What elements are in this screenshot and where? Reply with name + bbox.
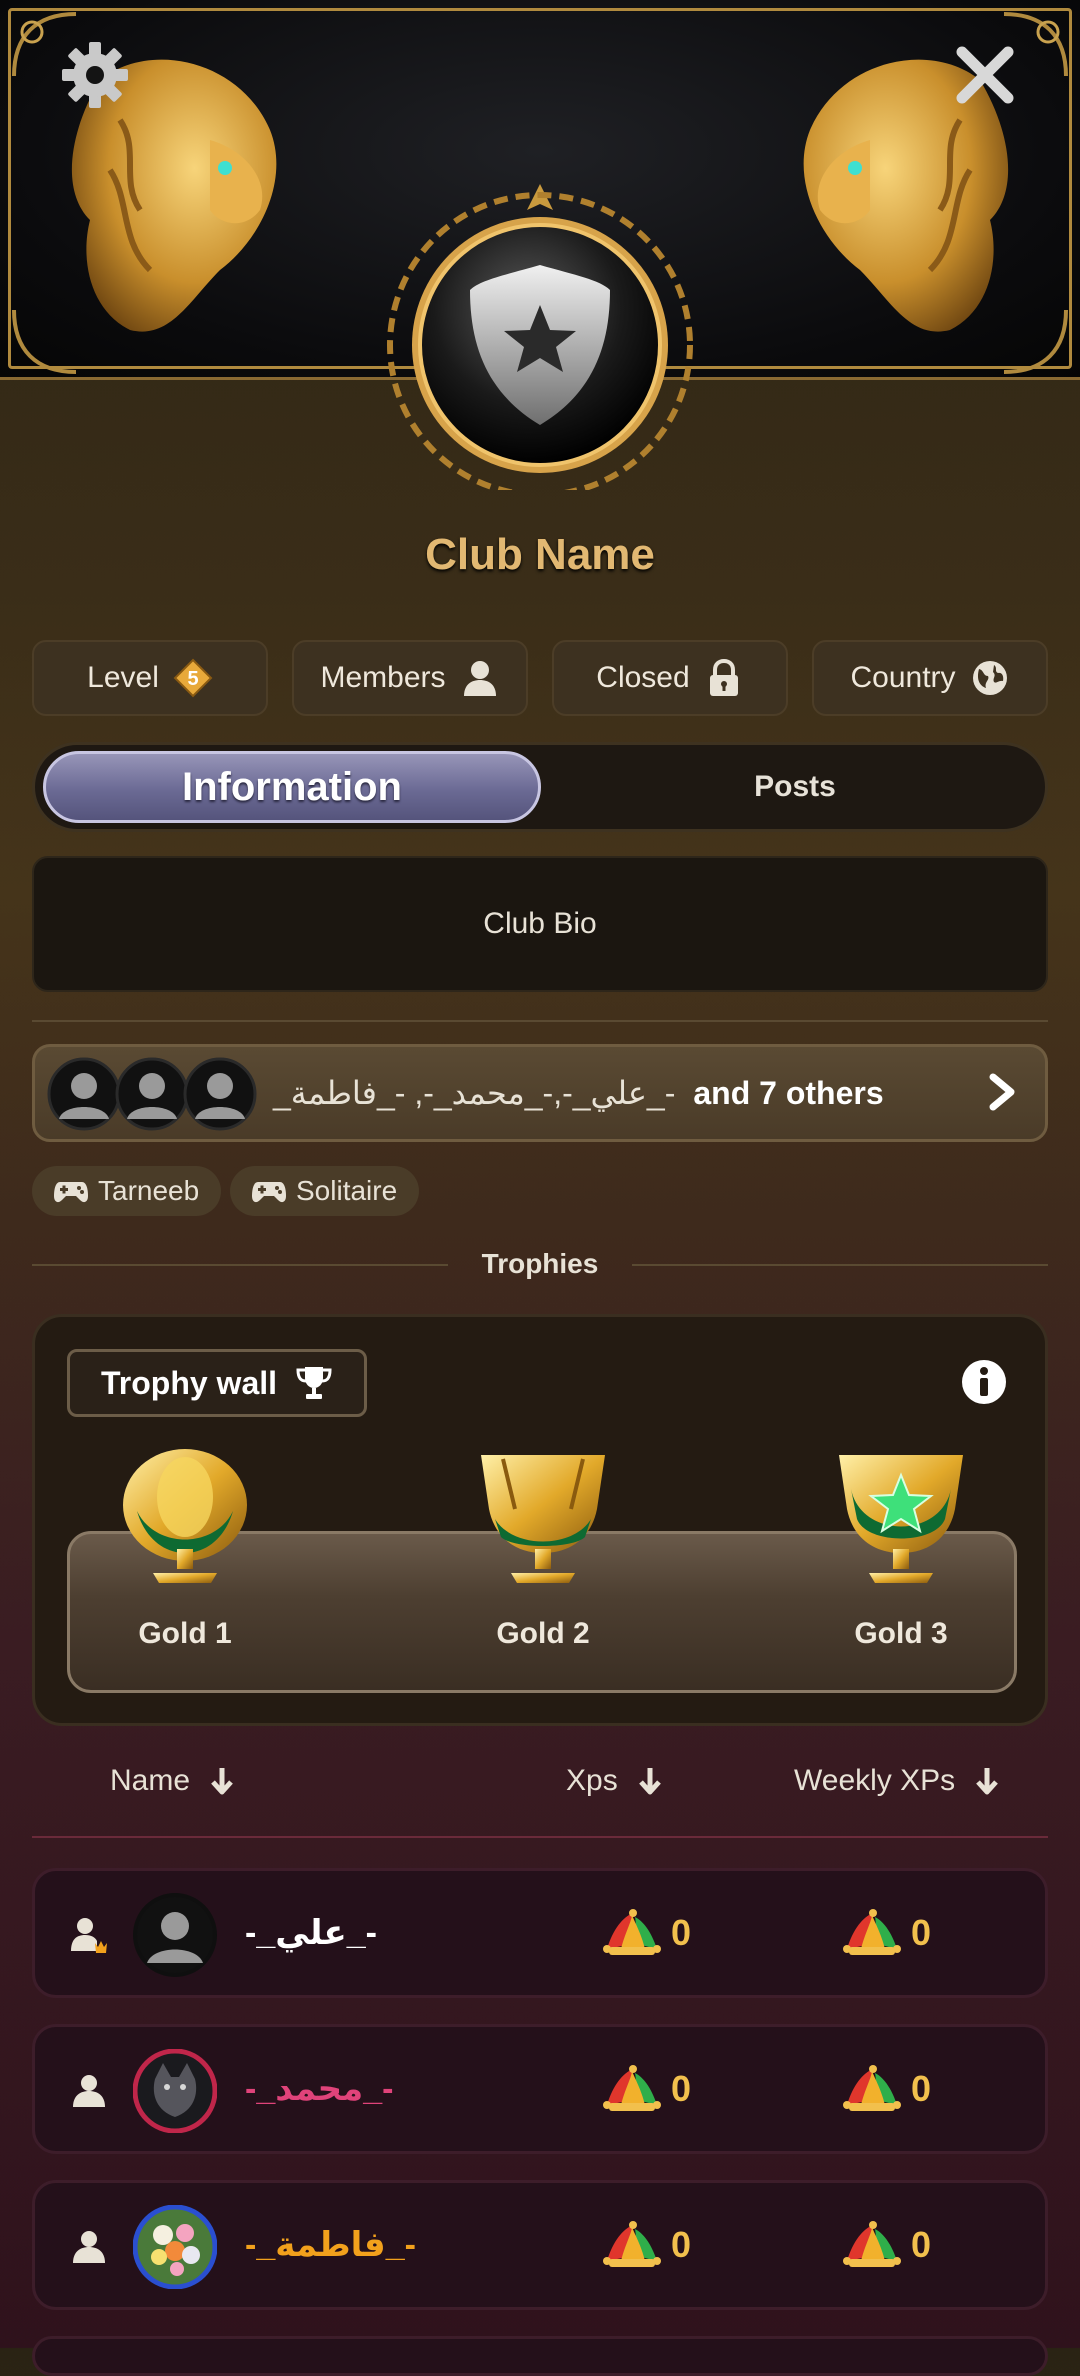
club-name: Club Name bbox=[425, 530, 655, 579]
country-chip[interactable]: Country bbox=[812, 640, 1048, 716]
weekly-xp-cell: 0 bbox=[843, 2027, 931, 2151]
member-name: -_محمد_- bbox=[245, 2070, 394, 2108]
jester-hat-icon bbox=[603, 1909, 661, 1955]
members-others-count: and 7 others bbox=[693, 1074, 884, 1111]
member-name: -_فاطمة_- bbox=[245, 2226, 416, 2264]
gold-trophy-icon[interactable] bbox=[115, 1449, 255, 1589]
weekly-xp-value: 0 bbox=[911, 2224, 932, 2265]
member-person-icon bbox=[73, 2231, 105, 2263]
jester-hat-icon bbox=[843, 2221, 901, 2267]
trophy-panel: Trophy wall Gold 1 Gold 2 Gold 3 bbox=[32, 1314, 1048, 1726]
weekly-xp-cell: 0 bbox=[843, 1871, 931, 1995]
club-stats-bar: Level 5 Members Closed Country bbox=[32, 640, 1048, 716]
sort-arrow-down-icon bbox=[211, 1768, 233, 1795]
tab-posts[interactable]: Posts bbox=[555, 751, 1035, 823]
sort-arrow-down-icon bbox=[638, 1768, 661, 1795]
trophy-label: Gold 3 bbox=[854, 1617, 948, 1650]
gold-trophy-icon[interactable] bbox=[473, 1449, 613, 1589]
member-person-icon bbox=[73, 2075, 105, 2107]
level-label: Level bbox=[87, 661, 159, 694]
xp-value: 0 bbox=[671, 2224, 692, 2265]
game-chip-tarneeb[interactable]: Tarneeb bbox=[32, 1166, 222, 1216]
xp-cell: 0 bbox=[603, 2027, 691, 2151]
section-divider bbox=[32, 1020, 1048, 1022]
table-row[interactable]: -_فاطمة_- 0 0 bbox=[32, 2180, 1048, 2310]
xp-value: 0 bbox=[671, 2068, 692, 2109]
gamepad-icon bbox=[252, 1182, 286, 1203]
weekly-xp-cell: 0 bbox=[843, 2183, 931, 2307]
avatar bbox=[133, 2205, 217, 2289]
avatar bbox=[133, 1893, 217, 1977]
column-header-label: Name bbox=[110, 1764, 191, 1797]
trophy-wall-button[interactable]: Trophy wall bbox=[67, 1349, 367, 1417]
club-bio: Club Bio bbox=[32, 856, 1048, 992]
sort-arrow-down-icon bbox=[976, 1768, 999, 1795]
chevron-right-icon[interactable] bbox=[981, 1071, 1023, 1113]
jester-hat-icon bbox=[843, 1909, 901, 1955]
jester-hat-icon bbox=[603, 2065, 661, 2111]
avatar bbox=[115, 1057, 189, 1131]
section-divider bbox=[632, 1264, 1048, 1266]
gold-trophy-star-icon[interactable] bbox=[831, 1449, 971, 1589]
person-icon bbox=[463, 661, 496, 696]
lock-icon bbox=[709, 658, 738, 696]
column-header-xps[interactable]: Xps bbox=[566, 1764, 662, 1798]
column-header-name[interactable]: Name bbox=[110, 1764, 234, 1798]
trophy-label: Gold 1 bbox=[138, 1617, 232, 1650]
gear-icon[interactable] bbox=[60, 40, 130, 110]
members-preview[interactable]: -_علي_-,-_محمد_-, -_فاطمة_ and 7 others bbox=[32, 1044, 1048, 1142]
table-row[interactable]: -_محمد_- 0 0 bbox=[32, 2024, 1048, 2154]
table-row[interactable] bbox=[32, 2336, 1048, 2376]
xp-value: 0 bbox=[671, 1912, 692, 1953]
level-chip[interactable]: Level 5 bbox=[32, 640, 268, 716]
jester-hat-icon bbox=[603, 2221, 661, 2267]
xp-cell: 0 bbox=[603, 1871, 691, 1995]
info-posts-tabs: Information Posts bbox=[32, 742, 1048, 832]
club-emblem-icon bbox=[387, 184, 693, 490]
close-icon[interactable] bbox=[950, 40, 1020, 110]
level-diamond-icon: 5 bbox=[173, 658, 213, 698]
xp-cell: 0 bbox=[603, 2183, 691, 2307]
member-name: -_علي_- bbox=[245, 1914, 377, 1952]
members-names: -_علي_-,-_محمد_-, -_فاطمة_ bbox=[273, 1075, 676, 1111]
game-chip-solitaire[interactable]: Solitaire bbox=[230, 1166, 420, 1216]
avatar bbox=[183, 1057, 257, 1131]
column-header-label: Xps bbox=[566, 1764, 618, 1797]
game-chip-label: Solitaire bbox=[296, 1175, 398, 1206]
table-row[interactable]: -_علي_- 0 0 bbox=[32, 1868, 1048, 1998]
level-value: 5 bbox=[187, 668, 198, 690]
owner-crown-icon bbox=[71, 1918, 107, 1953]
globe-icon bbox=[972, 661, 1007, 695]
closed-chip[interactable]: Closed bbox=[552, 640, 788, 716]
weekly-xp-value: 0 bbox=[911, 1912, 932, 1953]
club-bio-text: Club Bio bbox=[483, 907, 597, 940]
trophy-label: Gold 2 bbox=[496, 1617, 590, 1650]
jester-hat-icon bbox=[843, 2065, 901, 2111]
table-divider bbox=[32, 1836, 1048, 1838]
tab-information[interactable]: Information bbox=[43, 751, 541, 823]
country-label: Country bbox=[850, 661, 956, 694]
column-header-weekly-xps[interactable]: Weekly XPs bbox=[794, 1764, 999, 1798]
avatar bbox=[133, 2049, 217, 2133]
avatar bbox=[47, 1057, 121, 1131]
weekly-xp-value: 0 bbox=[911, 2068, 932, 2109]
game-chip-label: Tarneeb bbox=[98, 1175, 200, 1206]
members-label: Members bbox=[320, 661, 446, 694]
closed-label: Closed bbox=[596, 661, 690, 694]
info-icon[interactable] bbox=[961, 1359, 1007, 1405]
members-chip[interactable]: Members bbox=[292, 640, 528, 716]
column-header-label: Weekly XPs bbox=[794, 1764, 956, 1797]
trophy-icon bbox=[296, 1367, 332, 1399]
gamepad-icon bbox=[54, 1182, 88, 1203]
trophy-wall-label: Trophy wall bbox=[100, 1364, 278, 1401]
